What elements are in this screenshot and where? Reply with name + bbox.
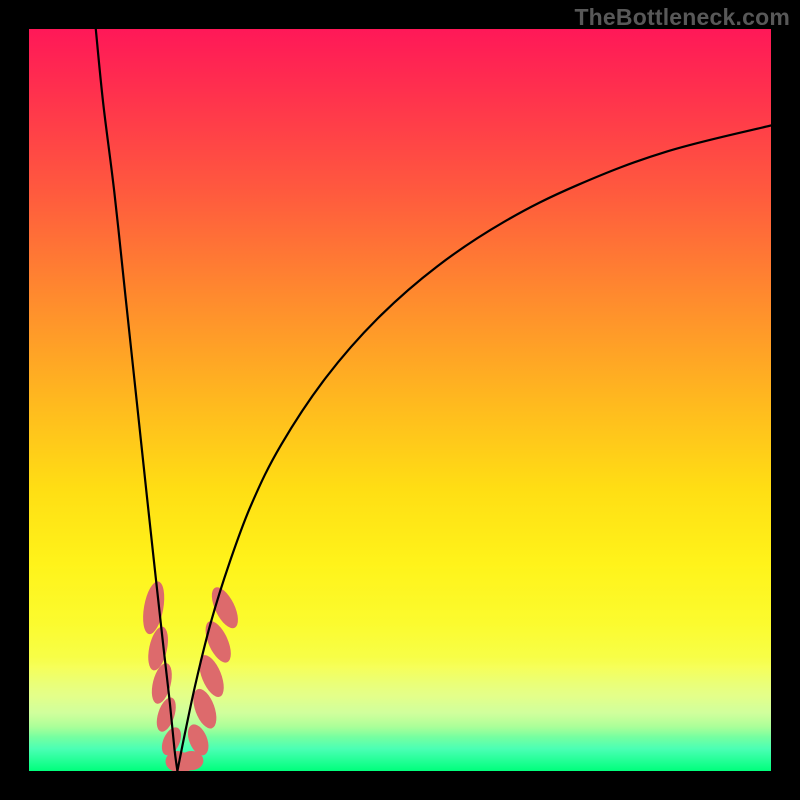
highlight-blob: [153, 695, 180, 734]
highlight-cluster: [140, 580, 244, 771]
highlight-blob: [140, 580, 168, 636]
highlight-blob: [200, 618, 236, 667]
highlight-blob: [194, 652, 229, 701]
watermark-text: TheBottleneck.com: [574, 4, 790, 31]
plot-area: [29, 29, 771, 771]
highlight-blob: [158, 724, 185, 758]
highlight-blob: [189, 686, 221, 732]
curve-right-branch: [177, 125, 771, 771]
plot-svg: [29, 29, 771, 771]
highlight-blob: [180, 751, 204, 770]
highlight-blob: [206, 584, 243, 632]
chart-frame: TheBottleneck.com: [0, 0, 800, 800]
highlight-blob: [145, 625, 172, 672]
bottom-haze-band: [29, 657, 771, 737]
highlight-blob: [172, 752, 196, 771]
highlight-blob: [148, 661, 175, 706]
curve-left-branch: [96, 29, 178, 771]
highlight-blob: [184, 721, 213, 758]
highlight-blob: [166, 751, 190, 771]
